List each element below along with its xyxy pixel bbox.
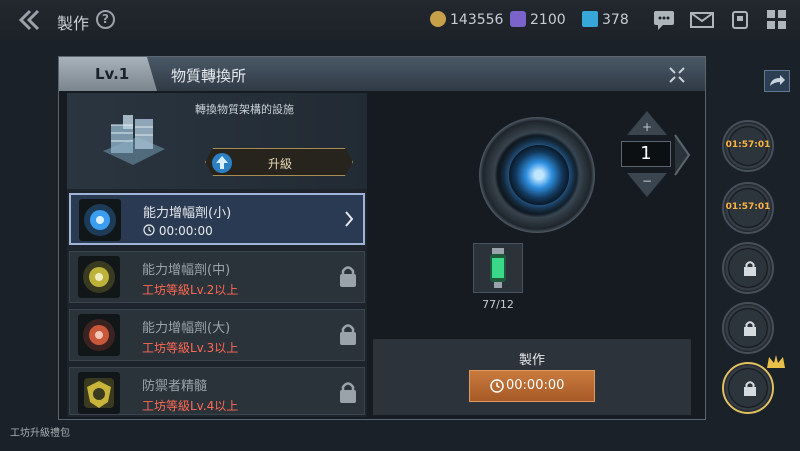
- lock-icon: [744, 381, 756, 396]
- gem-amount: 378: [602, 12, 629, 28]
- slot-timer: 01:57:01: [725, 202, 771, 212]
- quantity-increase-button[interactable]: +: [627, 111, 667, 135]
- clock-icon: [143, 224, 155, 236]
- medium-booster-thumb: [78, 256, 120, 298]
- share-button[interactable]: [764, 70, 790, 92]
- recipe-item-small-booster[interactable]: 能力增幅劑(小) 00:00:00: [69, 193, 365, 245]
- building-icon: [103, 115, 165, 165]
- green-vial-icon: [490, 248, 506, 288]
- purple-crystal-icon: [510, 11, 526, 27]
- production-slot-2[interactable]: 01:57:01: [722, 182, 774, 234]
- modal-title: 物質轉換所: [171, 67, 247, 85]
- lock-icon: [744, 321, 756, 336]
- chevron-right-icon: [345, 211, 354, 227]
- small-booster-thumb: [79, 199, 121, 241]
- clock-icon: [490, 379, 504, 393]
- modal-header: Lv.1 物質轉換所: [59, 57, 705, 91]
- share-arrow-icon: [770, 75, 785, 86]
- material-slot[interactable]: [473, 243, 523, 293]
- recipe-time: 00:00:00: [143, 224, 213, 238]
- blue-gem-icon: [582, 11, 598, 27]
- recipe-name: 能力增幅劑(大): [142, 321, 231, 336]
- upgrade-button[interactable]: 升級: [205, 148, 353, 176]
- help-icon[interactable]: ?: [96, 10, 115, 29]
- lock-icon: [340, 324, 356, 345]
- lock-icon: [340, 382, 356, 403]
- craft-time: 00:00:00: [506, 378, 565, 393]
- recipe-name: 防禦者精髓: [142, 379, 208, 394]
- product-booster-icon: [509, 145, 569, 205]
- lock-icon: [744, 261, 756, 276]
- material-count: 77/12: [482, 298, 514, 311]
- gem-resource: 378: [582, 11, 629, 28]
- menu-grid-icon[interactable]: [765, 9, 789, 31]
- crystal-amount: 2100: [530, 12, 566, 28]
- gold-coin-icon: [430, 11, 446, 27]
- production-slot-3[interactable]: [722, 242, 774, 294]
- recipe-requirement: 工坊等級Lv.2以上: [142, 283, 239, 297]
- gold-amount: 143556: [450, 12, 504, 28]
- quantity-field[interactable]: 1: [621, 141, 671, 167]
- chevron-right-icon: [674, 134, 691, 176]
- top-bar: 製作 ? 143556 2100 378: [0, 0, 800, 40]
- recipe-requirement: 工坊等級Lv.4以上: [142, 399, 239, 413]
- large-booster-thumb: [78, 314, 120, 356]
- craft-panel: 製作 00:00:00: [373, 339, 691, 415]
- right-panel: + 1 − 77/12 製作 00:00:00: [371, 93, 701, 417]
- left-panel: 轉換物質架構的設施 升級 能力增幅劑(小) 00:00:00 能力增幅劑(中) …: [67, 93, 367, 417]
- mail-icon[interactable]: [690, 9, 714, 31]
- upgrade-label: 升級: [267, 157, 292, 171]
- facility-description: 轉換物質架構的設施: [195, 103, 294, 116]
- back-arrow-icon[interactable]: [18, 9, 48, 31]
- production-slot-4[interactable]: [722, 302, 774, 354]
- recipe-requirement: 工坊等級Lv.3以上: [142, 341, 239, 355]
- recipe-name: 能力增幅劑(中): [142, 263, 231, 278]
- gold-resource: 143556: [430, 11, 503, 28]
- workshop-upgrade-pack-label[interactable]: 工坊升級禮包: [10, 424, 70, 439]
- recipe-item-medium-booster[interactable]: 能力增幅劑(中) 工坊等級Lv.2以上: [69, 251, 365, 303]
- conversion-modal: Lv.1 物質轉換所 轉換物質架構的設施 升級 能力增幅劑(小) 00:00:0…: [58, 56, 706, 420]
- recipe-item-large-booster[interactable]: 能力增幅劑(大) 工坊等級Lv.3以上: [69, 309, 365, 361]
- recipe-item-defender-essence[interactable]: 防禦者精髓 工坊等級Lv.4以上: [69, 367, 365, 415]
- slot-timer: 01:57:01: [725, 140, 771, 150]
- crown-icon: [767, 355, 785, 368]
- production-slot-1[interactable]: 01:57:01: [722, 120, 774, 172]
- craft-button[interactable]: 00:00:00: [469, 370, 595, 402]
- recipe-name: 能力增幅劑(小): [143, 206, 232, 221]
- level-label: Lv.1: [95, 65, 130, 83]
- chat-icon[interactable]: [652, 9, 676, 31]
- close-icon[interactable]: [667, 65, 687, 85]
- lock-icon: [340, 266, 356, 287]
- defender-essence-thumb: [78, 372, 120, 414]
- facility-info: 轉換物質架構的設施 升級: [67, 93, 367, 189]
- craft-label: 製作: [518, 353, 545, 368]
- character-icon[interactable]: [728, 9, 752, 31]
- crystal-resource: 2100: [510, 11, 566, 28]
- page-title: 製作: [57, 14, 90, 33]
- quantity-decrease-button[interactable]: −: [627, 173, 667, 197]
